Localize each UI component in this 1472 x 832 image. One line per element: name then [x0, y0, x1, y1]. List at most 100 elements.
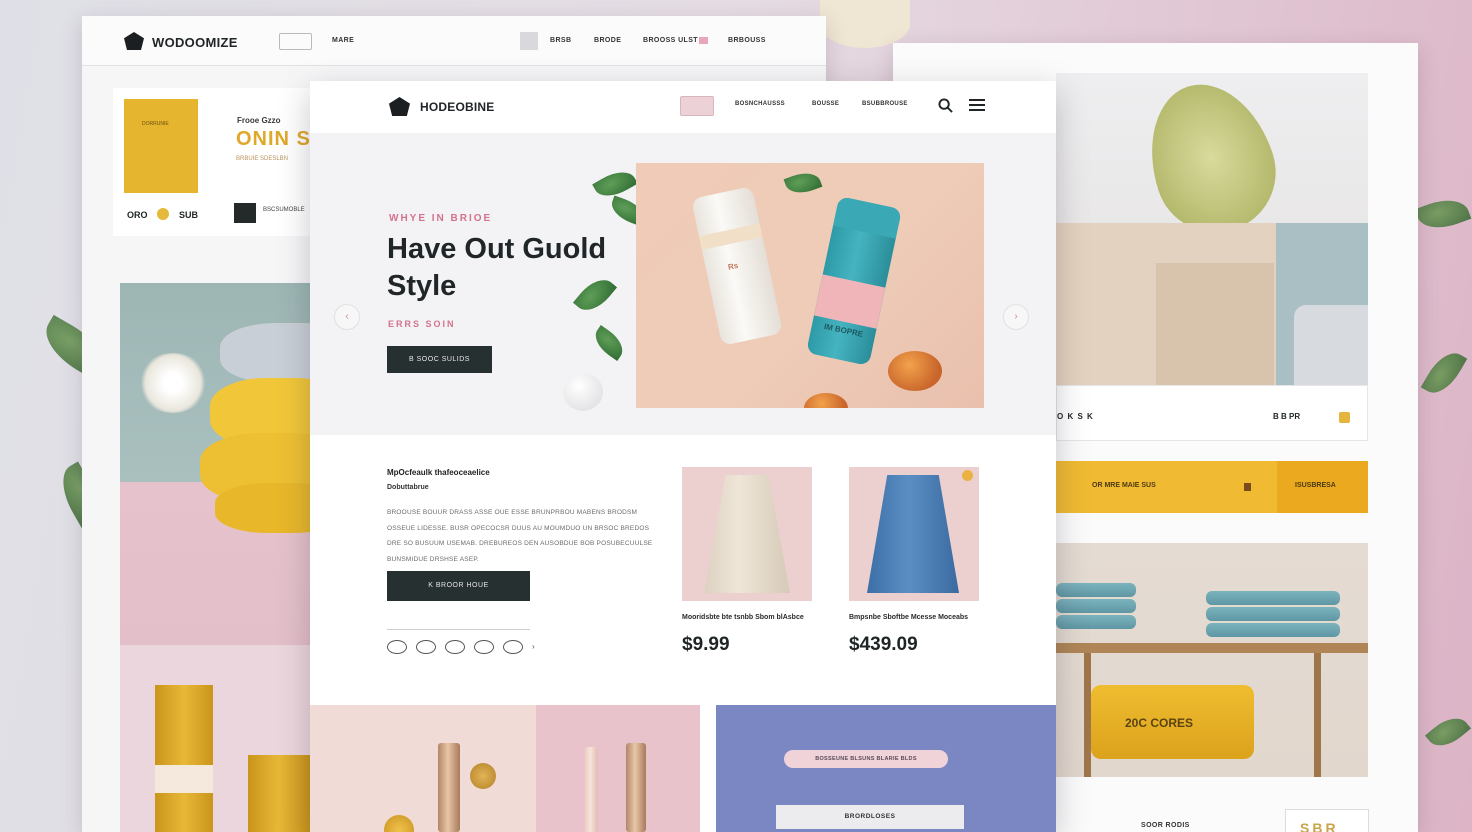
product-card[interactable]: Bmpsnbe Sboftbe Mcesse Moceabs $439.09	[849, 467, 979, 656]
snack-image	[888, 351, 942, 391]
pagination-dot[interactable]	[416, 640, 436, 654]
favorite-badge-icon[interactable]	[962, 470, 973, 481]
carousel-prev-arrow-icon[interactable]: ‹	[334, 304, 360, 330]
bottom-label: SOOR RODIS	[1141, 822, 1190, 829]
leaf-decoration	[589, 325, 629, 361]
towel-image	[1206, 607, 1340, 621]
bench-image	[1056, 643, 1368, 653]
cosmetics-tile[interactable]	[310, 705, 700, 832]
bottle-image	[438, 743, 460, 832]
pagination-dot[interactable]	[445, 640, 465, 654]
jar-image	[155, 685, 213, 832]
newsletter-button[interactable]: BRORDLOSES	[776, 805, 964, 829]
carousel-next-arrow-icon[interactable]: ›	[1003, 304, 1029, 330]
coin-icon	[1339, 412, 1350, 423]
pillow-text: 20C CORES	[1125, 716, 1194, 730]
product-price: $9.99	[682, 634, 730, 655]
hamburger-menu-icon[interactable]	[969, 99, 985, 111]
nav-link[interactable]: BRBOUSS	[728, 37, 766, 44]
towel-image	[1206, 623, 1340, 637]
leaf-decoration	[1414, 192, 1472, 236]
nav-square-icon[interactable]	[520, 32, 538, 50]
front-logo[interactable]: HODEOBINE	[420, 100, 494, 114]
hero-eyebrow: WHYE IN BRIOE	[389, 213, 493, 224]
flower-image	[384, 815, 414, 832]
promo-button-label[interactable]: ISUSBRESA	[1295, 482, 1336, 489]
section-title: MpOcfeaulk thafeoceaelice	[387, 468, 490, 477]
newsletter-input[interactable]: BOSSEUNE BLSUNS BLARIE BLDS	[784, 750, 948, 768]
nav-link[interactable]: BROOSS ULST	[643, 37, 698, 44]
promo-button[interactable]: ISUSBRESA	[1277, 461, 1368, 513]
promo-banner[interactable]: OR MRE MAIE SUS ISUSBRESA	[1056, 461, 1368, 513]
leaf-decoration	[1420, 345, 1468, 401]
card-headline: ONIN S	[236, 128, 311, 150]
towel-image	[1056, 583, 1136, 597]
nav-flag-icon[interactable]	[699, 37, 708, 44]
nav-link[interactable]: BOSNCHAUSSS	[735, 101, 785, 107]
pagination-dot[interactable]	[503, 640, 523, 654]
bench-photo: 20C CORES	[1056, 543, 1368, 777]
hero-title: Have Out Guold Style	[387, 233, 607, 302]
jars-photo	[120, 645, 320, 832]
card-button[interactable]	[234, 203, 256, 223]
pagination-dot[interactable]	[387, 640, 407, 654]
blue-skirt-image	[867, 475, 959, 593]
newsletter-tile: BOSSEUNE BLSUNS BLARIE BLDS BRORDLOSES	[716, 705, 1056, 832]
white-tube-image: Rs	[691, 186, 783, 346]
book-tag: DORRUNIE	[142, 121, 169, 127]
cream-skirt-image	[704, 475, 790, 593]
back-left-navbar: WODOOMIZE MARE BRSB BRODE BROOSS ULST BR…	[82, 16, 826, 66]
promo-icon	[1244, 483, 1251, 491]
fabric-decoration	[820, 0, 910, 48]
vase-image	[563, 373, 603, 411]
brush-image	[470, 763, 496, 789]
leaf-decoration	[1424, 709, 1472, 755]
hero-subtitle: ERRS SOIN	[388, 319, 456, 329]
towel-image	[1056, 599, 1136, 613]
card-button-label[interactable]: BSCSUMOBLE	[263, 207, 305, 213]
hero-section: WHYE IN BRIOE Have Out Guold Style ERRS …	[310, 133, 1056, 435]
nav-link[interactable]: BRODE	[594, 37, 621, 44]
promo-text: OR MRE MAIE SUS	[1092, 482, 1156, 489]
section-cta-button[interactable]: K BROOR HOUE	[387, 571, 530, 601]
pillow-image	[215, 483, 320, 533]
hero-cta-button[interactable]: B SOOC SULIDS	[387, 346, 492, 373]
leaf-decoration	[783, 167, 823, 199]
bottom-card[interactable]: SBR	[1285, 809, 1369, 832]
nav-highlight-button[interactable]	[680, 96, 714, 116]
coin-icon	[157, 208, 169, 220]
pillow-photo	[120, 283, 320, 645]
teal-tube-image: IM BOPRE	[806, 196, 902, 366]
pagination-dot[interactable]	[474, 640, 494, 654]
back-left-logo[interactable]: WODOOMIZE	[152, 35, 238, 50]
nav-link[interactable]: MARE	[332, 37, 354, 44]
nav-button[interactable]	[279, 33, 312, 50]
house-logo-icon	[124, 32, 144, 50]
product-image[interactable]	[849, 467, 979, 601]
towel-image	[1206, 591, 1340, 605]
product-card[interactable]: Mooridsbte bte tsnbb Sbom blAsbce $9.99	[682, 467, 812, 656]
pagination-dots: ›	[387, 640, 535, 654]
towel-image	[1294, 305, 1368, 385]
hero-product-image[interactable]: Rs IM BOPRE	[636, 163, 984, 408]
snack-image	[804, 393, 848, 408]
front-navbar: HODEOBINE BOSNCHAUSSS BOUSSE BSUBBROUSE	[310, 81, 1056, 133]
info-strip: O K S K B B PR	[1056, 385, 1368, 441]
flowers-image	[138, 353, 208, 413]
section-subtitle: Dobuttabrue	[387, 484, 429, 491]
strip-left-text: O K S K	[1057, 412, 1094, 421]
product-name[interactable]: Mooridsbte bte tsnbb Sbom blAsbce	[682, 611, 812, 625]
nav-link[interactable]: BRSB	[550, 37, 571, 44]
pagination-more-icon[interactable]: ›	[532, 640, 535, 654]
house-logo-icon	[389, 97, 410, 116]
nav-link[interactable]: BSUBBROUSE	[862, 101, 908, 107]
product-name[interactable]: Bmpsnbe Sboftbe Mcesse Moceabs	[849, 611, 979, 625]
section-body-text: BROOUSE BOUUR DRASS ASSE OUE ESSE BRUNPR…	[387, 509, 653, 563]
search-icon[interactable]	[938, 98, 953, 113]
product-image[interactable]	[682, 467, 812, 601]
card-price: ORO	[127, 210, 148, 220]
card-size: SUB	[179, 210, 199, 220]
box-image	[1156, 263, 1274, 385]
book-image: DORRUNIE	[124, 99, 198, 193]
nav-link[interactable]: BOUSSE	[812, 101, 839, 107]
